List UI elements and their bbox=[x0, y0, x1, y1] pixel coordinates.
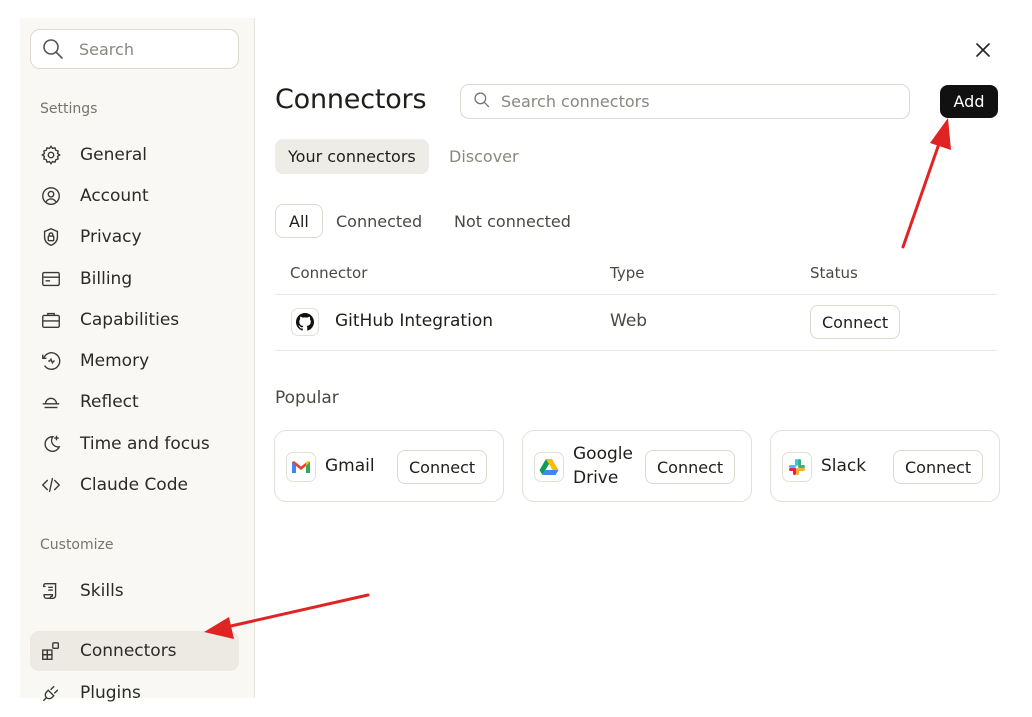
sidebar-search[interactable] bbox=[30, 29, 239, 69]
moon-plus-icon bbox=[40, 433, 62, 455]
sidebar-item-label: Claude Code bbox=[80, 475, 188, 495]
sidebar-item-label: Billing bbox=[80, 269, 133, 289]
connector-search-input[interactable] bbox=[501, 92, 881, 111]
connector-search[interactable] bbox=[460, 84, 910, 119]
popular-card-name: Google Drive bbox=[573, 442, 633, 490]
user-circle-icon bbox=[40, 185, 62, 207]
sidebar-item-label: Account bbox=[80, 186, 149, 206]
filter-all[interactable]: All bbox=[275, 204, 323, 238]
sidebar-item-label: Plugins bbox=[80, 683, 141, 703]
connector-name: GitHub Integration bbox=[335, 311, 493, 331]
popular-card-name-line1: Google bbox=[573, 444, 633, 464]
sidebar-item-label: Capabilities bbox=[80, 310, 180, 330]
sidebar-item-reflect[interactable]: Reflect bbox=[30, 382, 239, 422]
popular-card-name-line2: Drive bbox=[573, 468, 619, 488]
sidebar-item-memory[interactable]: Memory bbox=[30, 341, 239, 381]
table-divider bbox=[275, 294, 997, 295]
gear-icon bbox=[40, 144, 62, 166]
connectors-panel: Connectors Add Your connectors Discover … bbox=[255, 0, 1032, 717]
popular-card-name: Gmail bbox=[325, 456, 375, 476]
sidebar-item-privacy[interactable]: Privacy bbox=[30, 217, 239, 257]
tab-discover[interactable]: Discover bbox=[436, 139, 532, 174]
connect-slack-button[interactable]: Connect bbox=[893, 450, 984, 484]
gmail-icon bbox=[286, 452, 316, 482]
column-header-connector: Connector bbox=[290, 264, 368, 282]
customize-section-label: Customize bbox=[40, 537, 114, 553]
filter-connected[interactable]: Connected bbox=[323, 204, 435, 238]
popular-section-label: Popular bbox=[275, 388, 339, 408]
close-button[interactable] bbox=[971, 38, 995, 62]
sidebar-item-label: General bbox=[80, 145, 147, 165]
briefcase-icon bbox=[40, 309, 62, 331]
sidebar-item-time-and-focus[interactable]: Time and focus bbox=[30, 424, 239, 464]
column-header-type: Type bbox=[610, 264, 645, 282]
sunset-icon bbox=[40, 391, 62, 413]
column-header-status: Status bbox=[810, 264, 858, 282]
add-connector-button[interactable]: Add bbox=[940, 85, 998, 118]
sidebar-item-plugins[interactable]: Plugins bbox=[30, 673, 239, 713]
sidebar-search-input[interactable] bbox=[79, 39, 219, 59]
connect-gmail-button[interactable]: Connect bbox=[397, 450, 488, 484]
memory-icon bbox=[40, 350, 62, 372]
sidebar-item-connectors[interactable]: Connectors bbox=[30, 631, 239, 671]
connector-type: Web bbox=[610, 311, 648, 331]
sidebar-item-capabilities[interactable]: Capabilities bbox=[30, 300, 239, 340]
sidebar-item-label: Privacy bbox=[80, 227, 142, 247]
search-icon bbox=[41, 37, 65, 61]
close-icon bbox=[976, 43, 990, 57]
sidebar-item-label: Skills bbox=[80, 581, 124, 601]
sidebar-item-claude-code[interactable]: Claude Code bbox=[30, 465, 239, 505]
sidebar-item-label: Reflect bbox=[80, 392, 139, 412]
sidebar-item-account[interactable]: Account bbox=[30, 176, 239, 216]
scroll-icon bbox=[40, 580, 62, 602]
credit-card-icon bbox=[40, 268, 62, 290]
filter-not-connected[interactable]: Not connected bbox=[441, 204, 584, 238]
plug-icon bbox=[40, 682, 62, 704]
page-title: Connectors bbox=[275, 84, 427, 115]
connect-google-drive-button[interactable]: Connect bbox=[645, 450, 736, 484]
search-icon bbox=[473, 91, 491, 113]
popular-card-name: Slack bbox=[821, 456, 867, 476]
tab-your-connectors[interactable]: Your connectors bbox=[275, 139, 429, 174]
connectors-icon bbox=[40, 640, 62, 662]
google-drive-icon bbox=[534, 452, 564, 482]
slack-icon bbox=[782, 452, 812, 482]
sidebar-item-label: Time and focus bbox=[80, 434, 210, 454]
sidebar-item-billing[interactable]: Billing bbox=[30, 259, 239, 299]
sidebar-item-skills[interactable]: Skills bbox=[30, 571, 239, 611]
settings-sidebar: Settings General Account Privacy Billing… bbox=[20, 18, 255, 703]
github-icon bbox=[291, 308, 319, 336]
code-icon bbox=[40, 474, 62, 496]
sidebar-item-label: Memory bbox=[80, 351, 150, 371]
sidebar-item-general[interactable]: General bbox=[30, 135, 239, 175]
table-divider bbox=[275, 350, 997, 351]
connect-github-button[interactable]: Connect bbox=[810, 305, 901, 339]
sidebar-item-label: Connectors bbox=[80, 641, 177, 661]
popular-card-gmail: Gmail Connect bbox=[274, 430, 504, 502]
popular-card-slack: Slack Connect bbox=[770, 430, 1000, 502]
popular-card-google-drive: Google Drive Connect bbox=[522, 430, 752, 502]
shield-lock-icon bbox=[40, 226, 62, 248]
settings-section-label: Settings bbox=[40, 101, 98, 117]
